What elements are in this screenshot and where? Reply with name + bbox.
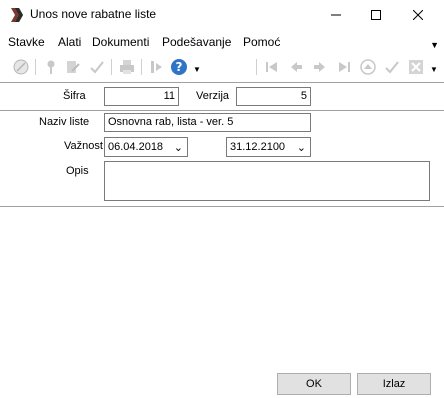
- toolbar-separator: [35, 59, 36, 75]
- svg-text:?: ?: [176, 60, 183, 74]
- vaznost-label: Važnost: [64, 140, 103, 152]
- first-record-icon[interactable]: [263, 58, 281, 76]
- menu-alati[interactable]: Alati: [58, 35, 81, 49]
- toolbar-overflow-icon[interactable]: ▼: [430, 65, 438, 74]
- chevron-down-icon[interactable]: ⌄: [297, 139, 306, 157]
- toolbar-separator: [111, 59, 112, 75]
- help-dropdown-icon[interactable]: ▼: [193, 65, 201, 74]
- maximize-button[interactable]: [358, 0, 394, 30]
- vaznost-to-field[interactable]: 31.12.2100 ⌄: [226, 137, 311, 157]
- verzija-field[interactable]: 5: [236, 87, 311, 106]
- form-panel: Šifra 11 Verzija 5 Naziv liste Osnovna r…: [0, 82, 444, 207]
- next-record-icon[interactable]: [311, 58, 329, 76]
- menu-dokumenti[interactable]: Dokumenti: [92, 35, 149, 49]
- opis-label: Opis: [66, 165, 89, 177]
- minimize-button[interactable]: [318, 0, 354, 30]
- verzija-label: Verzija: [196, 90, 230, 102]
- section-divider: [0, 110, 444, 111]
- vaznost-to-value: 31.12.2100: [230, 141, 286, 153]
- toolbar-separator: [141, 59, 142, 75]
- vaznost-from-field[interactable]: 06.04.2018 ⌄: [104, 137, 188, 157]
- app-logo-icon: [11, 8, 23, 22]
- ok-button[interactable]: OK: [277, 373, 351, 395]
- toolbar: ? ▼ ▼: [0, 55, 444, 80]
- cancel-circle-icon[interactable]: [12, 58, 30, 76]
- pin-icon[interactable]: [42, 58, 60, 76]
- edit-icon[interactable]: [64, 58, 82, 76]
- previous-record-icon[interactable]: [287, 58, 305, 76]
- naziv-field[interactable]: Osnovna rab, lista - ver. 5: [104, 113, 311, 132]
- izlaz-button[interactable]: Izlaz: [357, 373, 431, 395]
- menu-pomoc[interactable]: Pomoć: [243, 35, 280, 49]
- window-title: Unos nove rabatne liste: [30, 7, 157, 21]
- sifra-label: Šifra: [63, 90, 86, 102]
- menu-bar: Stavke Alati Dokumenti Podešavanje Pomoć…: [0, 32, 444, 52]
- minimize-icon: [331, 14, 341, 16]
- print-icon[interactable]: [118, 58, 136, 76]
- chevron-down-icon[interactable]: ⌄: [174, 139, 183, 157]
- sifra-field[interactable]: 11: [104, 87, 179, 106]
- confirm-icon[interactable]: [88, 58, 106, 76]
- exit-icon[interactable]: [148, 58, 166, 76]
- vaznost-from-value: 06.04.2018: [108, 141, 164, 153]
- eject-icon[interactable]: [359, 58, 377, 76]
- close-icon: [413, 10, 423, 20]
- delete-icon[interactable]: [407, 58, 425, 76]
- last-record-icon[interactable]: [335, 58, 353, 76]
- title-bar: Unos nove rabatne liste: [0, 0, 444, 30]
- naziv-label: Naziv liste: [39, 116, 90, 128]
- maximize-icon: [371, 10, 381, 20]
- close-button[interactable]: [400, 0, 436, 30]
- help-icon[interactable]: ?: [170, 58, 188, 76]
- apply-icon[interactable]: [383, 58, 401, 76]
- menu-podesavanje[interactable]: Podešavanje: [162, 35, 231, 49]
- toolbar-separator: [256, 59, 257, 75]
- menu-overflow-icon[interactable]: ▼: [430, 40, 439, 50]
- menu-stavke[interactable]: Stavke: [8, 35, 45, 49]
- opis-field[interactable]: [104, 161, 430, 201]
